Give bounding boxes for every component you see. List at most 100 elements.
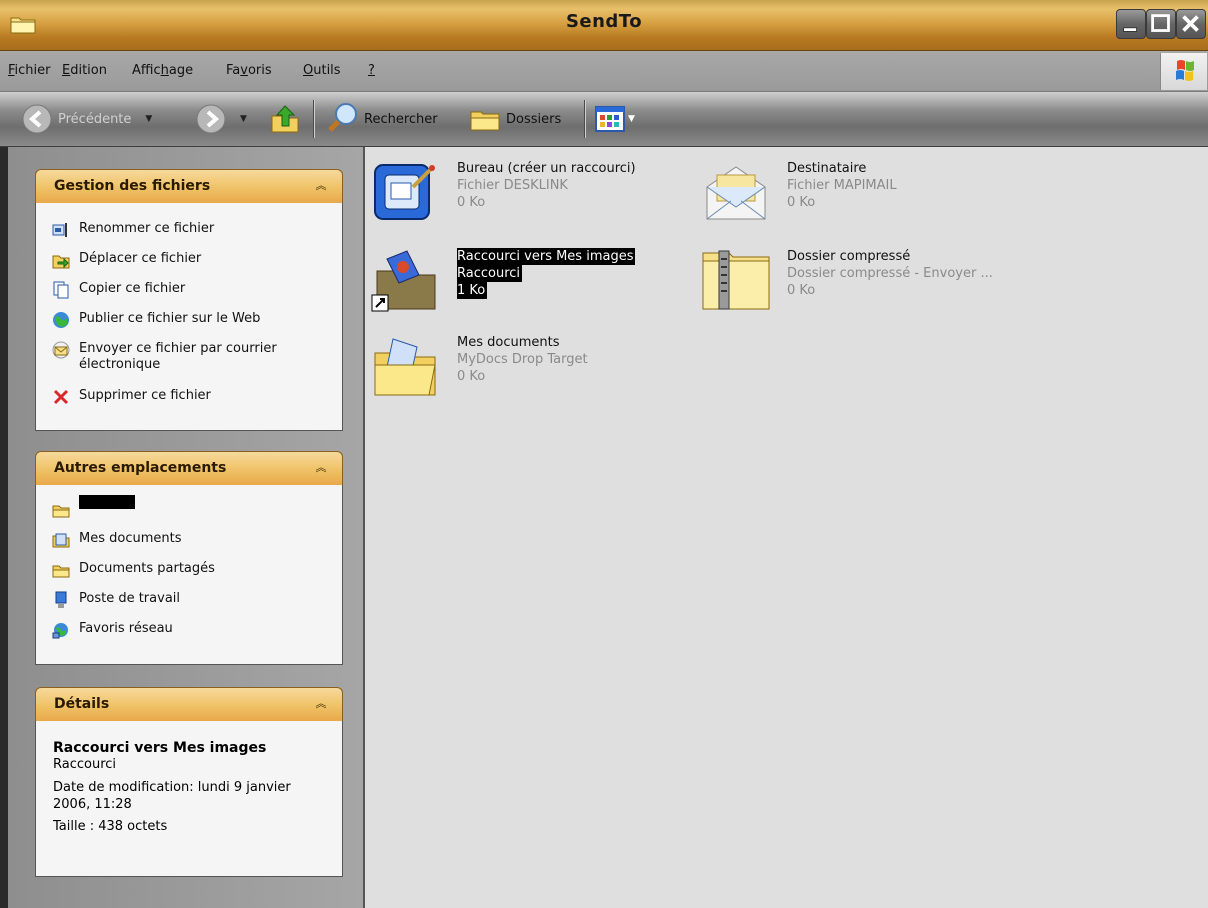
file-type: Dossier compressé - Envoyer ... bbox=[787, 266, 993, 281]
place-user-folder[interactable] bbox=[36, 495, 342, 531]
file-type: Fichier DESKLINK bbox=[457, 178, 568, 193]
maximize-icon bbox=[1151, 14, 1170, 32]
toolbar-separator bbox=[584, 100, 585, 138]
details-body: Raccourci vers Mes images Raccourci Date… bbox=[35, 721, 343, 877]
file-type: MyDocs Drop Target bbox=[457, 352, 588, 367]
back-dropdown-icon[interactable]: ▼ bbox=[145, 114, 152, 124]
forward-arrow-icon bbox=[196, 104, 226, 134]
place-shared-documents[interactable]: Documents partagés bbox=[36, 561, 342, 591]
file-name: Dossier compressé bbox=[787, 249, 911, 264]
menu-edition[interactable]: Edition bbox=[62, 63, 107, 78]
views-dropdown-icon[interactable]: ▼ bbox=[628, 114, 635, 124]
minimize-button[interactable] bbox=[1116, 9, 1146, 39]
details-group: Détails ︽ Raccourci vers Mes images Racc… bbox=[35, 687, 343, 877]
rename-icon bbox=[52, 223, 67, 237]
file-size: 0 Ko bbox=[457, 195, 486, 210]
folders-button[interactable]: Dossiers bbox=[468, 92, 561, 146]
place-network[interactable]: Favoris réseau bbox=[36, 621, 342, 651]
task-delete[interactable]: Supprimer ce fichier bbox=[36, 388, 342, 418]
documents-icon bbox=[52, 533, 70, 548]
desktop-shortcut-icon bbox=[374, 164, 435, 220]
place-my-computer[interactable]: Poste de travail bbox=[36, 591, 342, 621]
task-send-email[interactable]: Envoyer ce fichier par courrier électroni… bbox=[36, 341, 342, 388]
globe-icon bbox=[53, 312, 69, 328]
file-item-selected[interactable]: Raccourci vers Mes images Raccourci 1 Ko bbox=[371, 245, 671, 325]
mail-icon bbox=[52, 341, 70, 359]
task-rename[interactable]: Renommer ce fichier bbox=[36, 221, 342, 251]
file-size: 0 Ko bbox=[787, 283, 816, 298]
folder-icon bbox=[52, 565, 70, 578]
back-label: Précédente bbox=[58, 111, 132, 127]
file-list-view: Bureau (créer un raccourci) Fichier DESK… bbox=[365, 147, 1208, 908]
other-places-group: Autres emplacements ︽ Mes documents Docu… bbox=[35, 451, 343, 665]
file-type: Raccourci bbox=[457, 265, 523, 282]
forward-dropdown-icon[interactable]: ▼ bbox=[240, 114, 247, 124]
views-icon bbox=[595, 106, 625, 132]
other-places-title: Autres emplacements bbox=[54, 460, 227, 476]
search-button[interactable]: Rechercher bbox=[322, 92, 438, 146]
delete-icon bbox=[53, 389, 69, 405]
back-button[interactable]: Précédente ▼ bbox=[20, 92, 152, 146]
menu-favoris[interactable]: Favoris bbox=[226, 63, 272, 78]
menu-outils[interactable]: Outils bbox=[303, 63, 341, 78]
window-title: SendTo bbox=[565, 11, 643, 32]
title-bar[interactable]: SendTo bbox=[0, 0, 1208, 51]
toolbar: Précédente ▼ ▼ Rechercher Dossiers ▼ bbox=[0, 92, 1208, 147]
toolbar-separator bbox=[313, 100, 314, 138]
forward-button[interactable]: ▼ bbox=[194, 92, 247, 146]
place-my-documents[interactable]: Mes documents bbox=[36, 531, 342, 561]
collapse-chevron-icon[interactable]: ︽ bbox=[312, 459, 330, 477]
file-tasks-group: Gestion des fichiers ︽ Renommer ce fichi… bbox=[35, 169, 343, 431]
task-move[interactable]: Déplacer ce fichier bbox=[36, 251, 342, 281]
explorer-window: SendTo Fichier Edition Affichage Favoris… bbox=[0, 0, 1208, 908]
menu-help[interactable]: ? bbox=[368, 63, 375, 78]
details-title: Détails bbox=[54, 696, 110, 712]
file-name: Mes documents bbox=[457, 335, 560, 350]
copy-icon bbox=[53, 281, 69, 299]
folder-icon bbox=[52, 505, 70, 518]
windows-logo-icon bbox=[1160, 53, 1207, 90]
file-item[interactable]: Destinataire Fichier MAPIMAIL 0 Ko bbox=[701, 157, 1001, 237]
minimize-icon bbox=[1123, 27, 1138, 32]
file-size: 0 Ko bbox=[787, 195, 816, 210]
details-name: Raccourci vers Mes images bbox=[53, 740, 267, 756]
menu-bar: Fichier Edition Affichage Favoris Outils… bbox=[0, 51, 1208, 92]
file-item[interactable]: Bureau (créer un raccourci) Fichier DESK… bbox=[371, 157, 671, 237]
pictures-shortcut-icon bbox=[371, 250, 436, 312]
file-tasks-header[interactable]: Gestion des fichiers ︽ bbox=[35, 169, 343, 203]
close-button[interactable] bbox=[1176, 9, 1206, 39]
task-copy[interactable]: Copier ce fichier bbox=[36, 281, 342, 311]
folders-label: Dossiers bbox=[506, 111, 562, 127]
back-arrow-icon bbox=[22, 104, 52, 134]
up-folder-button[interactable] bbox=[268, 92, 302, 146]
file-item[interactable]: Mes documents MyDocs Drop Target 0 Ko bbox=[371, 331, 671, 411]
maximize-button[interactable] bbox=[1146, 9, 1176, 39]
search-label: Rechercher bbox=[364, 111, 438, 127]
mail-recipient-icon bbox=[706, 166, 766, 220]
details-size: Taille : 438 octets bbox=[53, 819, 168, 834]
views-button[interactable]: ▼ bbox=[594, 92, 635, 146]
file-size: 0 Ko bbox=[457, 369, 486, 384]
file-tasks-title: Gestion des fichiers bbox=[54, 178, 211, 194]
collapse-chevron-icon[interactable]: ︽ bbox=[312, 695, 330, 713]
folders-icon bbox=[470, 111, 500, 131]
collapse-chevron-icon[interactable]: ︽ bbox=[312, 177, 330, 195]
computer-icon bbox=[55, 591, 67, 608]
redacted-label bbox=[79, 495, 135, 509]
file-size: 1 Ko bbox=[457, 282, 488, 299]
menu-affichage[interactable]: Affichage bbox=[132, 63, 193, 78]
search-icon bbox=[328, 103, 357, 132]
zip-folder-icon bbox=[702, 250, 770, 310]
move-icon bbox=[52, 255, 70, 269]
file-name: Destinataire bbox=[787, 161, 867, 176]
close-icon bbox=[1182, 15, 1199, 32]
menu-fichier[interactable]: Fichier bbox=[8, 63, 51, 78]
network-icon bbox=[52, 623, 68, 639]
other-places-header[interactable]: Autres emplacements ︽ bbox=[35, 451, 343, 485]
file-name: Raccourci vers Mes images bbox=[457, 248, 636, 265]
details-header[interactable]: Détails ︽ bbox=[35, 687, 343, 721]
file-tasks-body: Renommer ce fichier Déplacer ce fichier … bbox=[35, 203, 343, 431]
file-item[interactable]: Dossier compressé Dossier compressé - En… bbox=[701, 245, 1001, 325]
task-publish-web[interactable]: Publier ce fichier sur le Web bbox=[36, 311, 342, 341]
file-type: Fichier MAPIMAIL bbox=[787, 178, 897, 193]
